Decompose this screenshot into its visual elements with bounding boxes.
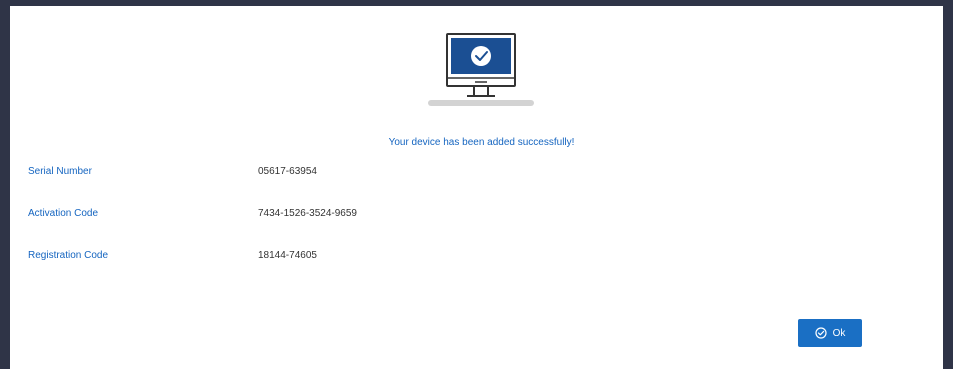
ok-button-label: Ok xyxy=(832,327,846,339)
activation-code-value: 7434-1526-3524-9659 xyxy=(258,208,357,219)
registration-code-value: 18144-74605 xyxy=(258,250,317,261)
registration-code-label: Registration Code xyxy=(28,250,109,261)
success-message: Your device has been added successfully! xyxy=(388,137,575,148)
activation-code-label: Activation Code xyxy=(28,208,99,219)
monitor-check-icon xyxy=(425,30,537,108)
ok-button[interactable]: Ok xyxy=(798,319,862,347)
device-added-dialog: Your device has been added successfully!… xyxy=(10,6,943,369)
check-circle-icon xyxy=(815,327,827,339)
serial-number-label: Serial Number xyxy=(28,166,92,177)
serial-number-value: 05617-63954 xyxy=(258,166,317,177)
